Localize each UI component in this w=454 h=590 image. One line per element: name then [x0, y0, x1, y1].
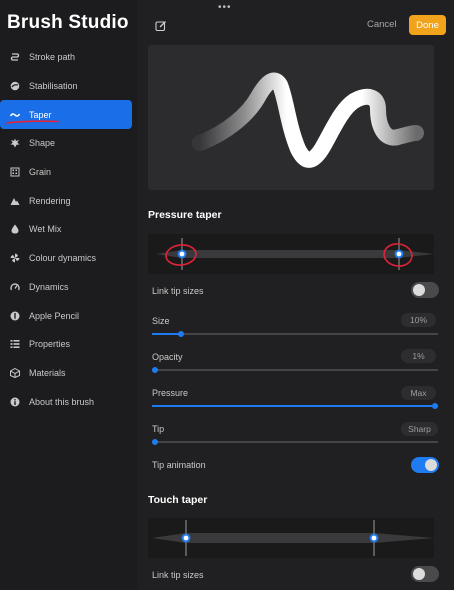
touch-taper-editor[interactable]	[148, 518, 434, 558]
sidebar-item-materials[interactable]: Materials	[0, 359, 137, 388]
opacity-label: Opacity	[152, 352, 183, 362]
touch-link-tip-sizes-label: Link tip sizes	[152, 570, 204, 580]
grain-icon	[10, 167, 20, 177]
sidebar-item-rendering[interactable]: Rendering	[0, 186, 137, 215]
pressure-slider-fill	[152, 405, 438, 407]
tip-slider[interactable]	[152, 439, 438, 445]
apple-pencil-icon	[10, 311, 20, 321]
opacity-value[interactable]: 1%	[401, 349, 436, 363]
opacity-slider[interactable]	[152, 367, 438, 373]
cancel-button[interactable]: Cancel	[367, 19, 397, 30]
pressure-value[interactable]: Max	[401, 386, 436, 400]
pressure-slider-knob[interactable]	[432, 403, 438, 409]
sidebar-item-label: Colour dynamics	[29, 253, 97, 264]
brush-stroke-preview	[192, 72, 424, 168]
sidebar-item-label: Grain	[29, 167, 52, 178]
pressure-taper-start-handle[interactable]	[177, 249, 187, 259]
sidebar-item-label: Properties	[29, 339, 71, 350]
sidebar-item-wet-mix[interactable]: Wet Mix	[0, 215, 137, 244]
sidebar-item-grain[interactable]: Grain	[0, 158, 137, 187]
link-tip-sizes-toggle[interactable]	[411, 282, 439, 298]
pressure-taper-graph	[156, 238, 434, 270]
sidebar-item-shape[interactable]: Shape	[0, 129, 137, 158]
touch-taper-start-handle[interactable]	[181, 533, 191, 543]
stroke-path-icon	[10, 52, 20, 62]
sidebar-item-taper[interactable]: Taper	[0, 100, 132, 130]
sidebar-item-label: Rendering	[29, 195, 71, 206]
app-title: Brush Studio	[7, 12, 129, 33]
size-slider-fill	[152, 333, 181, 335]
sidebar-item-label: About this brush	[29, 396, 95, 407]
sidebar-item-stroke-path[interactable]: Stroke path	[0, 43, 137, 72]
sidebar: Brush Studio Stroke path Stabilisation T…	[0, 0, 137, 590]
size-value[interactable]: 10%	[401, 313, 436, 327]
about-icon	[10, 397, 20, 407]
pressure-taper-editor[interactable]	[148, 234, 434, 274]
size-slider[interactable]	[152, 331, 438, 337]
sidebar-item-dynamics[interactable]: Dynamics	[0, 273, 137, 302]
shape-icon	[10, 138, 20, 148]
opacity-slider-knob[interactable]	[152, 367, 158, 373]
drag-handle[interactable]: •••	[218, 2, 232, 13]
sidebar-item-label: Stabilisation	[29, 81, 78, 92]
touch-link-tip-sizes-toggle[interactable]	[411, 566, 439, 582]
sidebar-item-label: Wet Mix	[29, 224, 62, 235]
rendering-icon	[10, 196, 20, 206]
link-tip-sizes-label: Link tip sizes	[152, 286, 204, 296]
colour-dynamics-icon	[10, 253, 20, 263]
sidebar-item-apple-pencil[interactable]: Apple Pencil	[0, 301, 137, 330]
sidebar-item-label: Stroke path	[29, 52, 76, 63]
pressure-taper-title: Pressure taper	[148, 209, 222, 221]
sidebar-item-label: Materials	[29, 367, 66, 378]
wet-mix-icon	[10, 224, 20, 234]
sidebar-item-label: Apple Pencil	[29, 310, 80, 321]
taper-icon	[10, 110, 20, 120]
tip-animation-label: Tip animation	[152, 460, 206, 470]
pressure-slider[interactable]	[152, 403, 438, 409]
dynamics-icon	[10, 282, 20, 292]
pressure-taper-end-handle[interactable]	[394, 249, 404, 259]
stabilisation-icon	[10, 81, 20, 91]
sidebar-item-about[interactable]: About this brush	[0, 387, 137, 416]
pressure-label: Pressure	[152, 388, 189, 398]
brush-preview[interactable]	[148, 45, 434, 190]
sidebar-nav: Stroke path Stabilisation Taper Shape Gr…	[0, 43, 137, 416]
materials-icon	[10, 367, 20, 378]
sidebar-item-properties[interactable]: Properties	[0, 330, 137, 359]
annotation-underline	[6, 120, 59, 125]
size-label: Size	[152, 316, 170, 326]
tip-slider-knob[interactable]	[152, 439, 158, 445]
sidebar-item-label: Taper	[29, 109, 52, 120]
sidebar-item-label: Shape	[29, 138, 56, 149]
edit-icon[interactable]	[155, 19, 167, 32]
touch-taper-end-handle[interactable]	[369, 533, 379, 543]
sidebar-item-label: Dynamics	[29, 281, 69, 292]
properties-icon	[10, 339, 20, 349]
tip-animation-toggle[interactable]	[411, 457, 439, 473]
sidebar-item-stabilisation[interactable]: Stabilisation	[0, 72, 137, 101]
touch-taper-title: Touch taper	[148, 494, 208, 506]
tip-label: Tip	[152, 424, 165, 434]
done-button[interactable]: Done	[409, 15, 446, 35]
tip-value[interactable]: Sharp	[401, 422, 438, 436]
touch-taper-graph	[152, 520, 434, 556]
sidebar-item-colour-dynamics[interactable]: Colour dynamics	[0, 244, 137, 273]
size-slider-knob[interactable]	[177, 331, 184, 337]
